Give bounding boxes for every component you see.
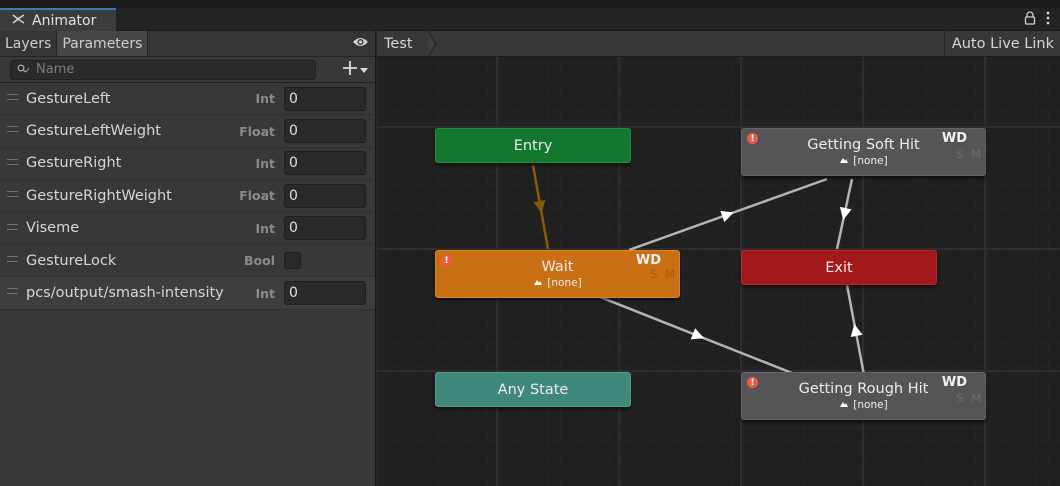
parameter-value-input[interactable] [284, 183, 366, 208]
drag-handle-icon[interactable] [7, 255, 18, 262]
drag-handle-icon[interactable] [7, 223, 18, 230]
write-defaults-badge: WD [941, 131, 967, 146]
state-wait-label: Wait [541, 259, 574, 275]
parameter-value-input[interactable] [284, 86, 366, 111]
state-wait-motion-label: [none] [547, 277, 582, 289]
parameters-panel: Layers Parameters Name GestureLeft Int 0… [0, 31, 376, 486]
motion-clip-icon [839, 155, 849, 167]
animator-tab-label: Animator [32, 12, 97, 29]
parameter-search-box[interactable] [10, 59, 316, 80]
sm-top-badge: D [972, 130, 983, 144]
tab-parameters-label: Parameters [62, 35, 143, 52]
drag-handle-icon[interactable] [7, 126, 18, 133]
parameter-type: Int [255, 91, 275, 107]
breadcrumb-item[interactable]: Test [377, 31, 413, 57]
tab-layers[interactable]: Layers [0, 31, 58, 56]
state-soft-motion-label: [none] [853, 155, 888, 167]
breadcrumb-chevron-icon [427, 31, 437, 61]
auto-live-link-toggle[interactable]: Auto Live Link [943, 31, 1060, 57]
parameter-list: GestureLeft Int GestureLeftWeight Float … [0, 83, 375, 310]
warning-icon: ! [747, 133, 758, 144]
write-defaults-badge: WD [941, 375, 967, 390]
warning-icon: ! [747, 377, 758, 388]
parameter-type: Float [239, 188, 275, 204]
parameter-name: Viseme [26, 220, 80, 237]
parameter-value-input[interactable] [284, 119, 366, 144]
search-input[interactable] [36, 62, 296, 77]
state-entry-label: Entry [513, 137, 553, 154]
sm-top-badge: D [972, 374, 983, 388]
state-machine-graph[interactable]: Test Auto Live Link Entry ! Wait [none] … [377, 31, 1060, 486]
state-soft-motion: [none] [839, 155, 888, 167]
state-getting-soft-hit[interactable]: ! Getting Soft Hit [none] WD D S M [741, 128, 986, 176]
parameter-type: Bool [244, 253, 275, 269]
parameter-row-gesturelock[interactable]: GestureLock Bool [0, 244, 375, 278]
parameter-name: pcs/output/smash-intensity [26, 285, 224, 302]
state-getting-rough-hit[interactable]: ! Getting Rough Hit [none] WD D S M [741, 372, 986, 420]
kebab-menu-icon[interactable] [1046, 11, 1050, 29]
chevron-down-icon [359, 62, 369, 78]
parameter-type: Float [239, 123, 275, 139]
parameter-bool-checkbox[interactable] [284, 252, 301, 270]
state-rough-motion-label: [none] [853, 399, 888, 411]
state-soft-label: Getting Soft Hit [807, 137, 920, 153]
drag-handle-icon[interactable] [7, 191, 18, 198]
window-tab-bar: Animator [0, 8, 1060, 31]
motion-clip-icon [533, 277, 543, 289]
state-rough-motion: [none] [839, 399, 888, 411]
parameter-value-input[interactable] [284, 151, 366, 176]
parameter-name: GestureRight [26, 155, 122, 172]
parameter-row-gestureleftweight[interactable]: GestureLeftWeight Float [0, 115, 375, 148]
plus-icon [342, 60, 358, 80]
eye-icon[interactable] [352, 36, 369, 52]
parameter-row-smash-intensity[interactable]: pcs/output/smash-intensity Int [0, 277, 375, 310]
breadcrumb-label: Test [384, 36, 413, 52]
motion-clip-icon [839, 399, 849, 411]
panel-tab-bar: Layers Parameters [0, 31, 375, 57]
parameter-value-input[interactable] [284, 216, 366, 241]
state-wait[interactable]: ! Wait [none] WD S M [435, 250, 680, 298]
state-any-state-label: Any State [497, 381, 569, 398]
tab-layers-label: Layers [5, 35, 52, 52]
parameter-type: Int [255, 155, 275, 171]
auto-live-link-label: Auto Live Link [951, 36, 1054, 52]
tab-parameters[interactable]: Parameters [57, 31, 149, 56]
state-exit[interactable]: Exit [741, 250, 937, 285]
window-tab-icons [1024, 11, 1050, 29]
animator-icon [12, 13, 26, 29]
parameter-search-row [0, 57, 375, 83]
add-parameter-button[interactable] [342, 60, 369, 80]
graph-breadcrumb-bar: Test Auto Live Link [377, 31, 1060, 58]
state-rough-label: Getting Rough Hit [798, 381, 929, 397]
drag-handle-icon[interactable] [7, 288, 18, 295]
parameter-name: GestureLeft [26, 90, 111, 107]
animator-tab[interactable]: Animator [0, 8, 116, 31]
warning-icon: ! [441, 255, 452, 266]
search-icon [17, 62, 30, 78]
state-wait-motion: [none] [533, 277, 582, 289]
parameter-row-gesturerightweight[interactable]: GestureRightWeight Float [0, 180, 375, 213]
lock-icon[interactable] [1024, 11, 1036, 29]
window-top-strip [0, 0, 1060, 8]
parameter-row-viseme[interactable]: Viseme Int [0, 212, 375, 245]
parameter-name: GestureLock [26, 252, 117, 269]
parameter-type: Int [255, 285, 275, 301]
parameter-row-gestureleft[interactable]: GestureLeft Int [0, 83, 375, 116]
sm-badge: S M [956, 391, 983, 405]
parameter-type: Int [255, 220, 275, 236]
write-defaults-badge: WD [635, 253, 661, 268]
drag-handle-icon[interactable] [7, 158, 18, 165]
drag-handle-icon[interactable] [7, 94, 18, 100]
sm-badge: S M [650, 267, 677, 281]
parameter-name: GestureLeftWeight [26, 123, 161, 140]
parameter-row-gestureright[interactable]: GestureRight Int [0, 147, 375, 181]
parameter-value-input[interactable] [284, 281, 366, 306]
sm-badge: S M [956, 147, 983, 161]
parameter-name: GestureRightWeight [26, 187, 172, 204]
state-any-state[interactable]: Any State [435, 372, 631, 407]
state-exit-label: Exit [825, 259, 853, 276]
state-entry[interactable]: Entry [435, 128, 631, 163]
